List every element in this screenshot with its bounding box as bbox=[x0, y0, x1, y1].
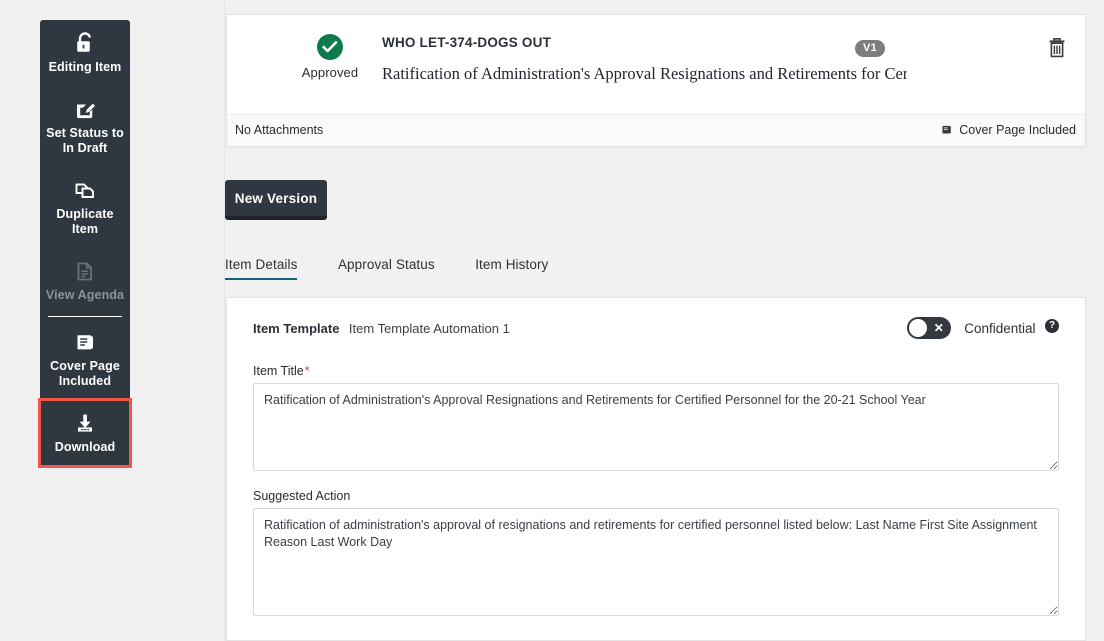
item-template-label: Item Template bbox=[253, 321, 339, 336]
confidential-label: Confidential bbox=[964, 321, 1035, 336]
item-title-input[interactable] bbox=[253, 383, 1059, 471]
item-header-text: WHO LET-374-DOGS OUT Ratification of Adm… bbox=[382, 35, 835, 84]
rail-item-label: Set Status to In Draft bbox=[44, 126, 126, 156]
item-details-panel: Item Template Item Template Automation 1… bbox=[226, 297, 1086, 641]
suggested-action-input[interactable] bbox=[253, 508, 1059, 616]
item-header-top: Approved WHO LET-374-DOGS OUT Ratificati… bbox=[227, 15, 1085, 115]
item-code: WHO LET-374-DOGS OUT bbox=[382, 35, 835, 50]
cover-page-included-indicator[interactable]: Cover Page Included bbox=[940, 123, 1076, 139]
tab-item-details[interactable]: Item Details bbox=[225, 257, 297, 280]
confidential-control: ✕ Confidential ? bbox=[907, 317, 1059, 339]
book-icon bbox=[44, 329, 126, 355]
rail-divider bbox=[48, 316, 122, 317]
suggested-action-label: Suggested Action bbox=[253, 489, 1059, 503]
check-circle-icon bbox=[317, 34, 343, 60]
attachments-bar: No Attachments Cover Page Included bbox=[226, 114, 1086, 147]
rail-item-label: Cover Page Included bbox=[44, 359, 126, 389]
rail-item-download[interactable]: Download bbox=[40, 400, 130, 466]
unlock-icon bbox=[44, 30, 126, 56]
download-icon bbox=[44, 410, 126, 436]
left-rail-column: Editing Item Set Status to In Draft bbox=[0, 0, 225, 641]
confidential-toggle[interactable]: ✕ bbox=[907, 317, 951, 339]
tab-approval-status[interactable]: Approval Status bbox=[338, 257, 435, 280]
main-content: Approved WHO LET-374-DOGS OUT Ratificati… bbox=[225, 0, 1104, 641]
toggle-off-mark: ✕ bbox=[934, 319, 944, 337]
suggested-action-field: Suggested Action bbox=[253, 489, 1059, 616]
attachments-status: No Attachments bbox=[235, 123, 323, 137]
rail-item-editing-item[interactable]: Editing Item bbox=[40, 20, 130, 86]
new-version-button[interactable]: New Version bbox=[225, 180, 327, 220]
document-lines-icon bbox=[44, 258, 126, 284]
action-rail: Editing Item Set Status to In Draft bbox=[40, 20, 130, 466]
item-header-card: Approved WHO LET-374-DOGS OUT Ratificati… bbox=[226, 14, 1086, 115]
rail-item-label: Editing Item bbox=[44, 60, 126, 75]
version-badge[interactable]: V1 bbox=[855, 40, 885, 57]
rail-item-duplicate-item[interactable]: Duplicate Item bbox=[40, 167, 130, 248]
edit-square-icon bbox=[44, 96, 126, 122]
status-label: Approved bbox=[275, 65, 385, 80]
duplicate-pages-icon bbox=[44, 177, 126, 203]
item-template-value: Item Template Automation 1 bbox=[349, 321, 510, 336]
rail-item-label: View Agenda bbox=[44, 288, 126, 303]
item-template-row: Item Template Item Template Automation 1… bbox=[253, 320, 1059, 346]
item-tabs: Item Details Approval Status Item Histor… bbox=[225, 256, 1085, 283]
status-badge: Approved bbox=[275, 34, 385, 80]
rail-item-label: Duplicate Item bbox=[44, 207, 126, 237]
trash-icon[interactable] bbox=[1047, 37, 1069, 59]
toggle-knob bbox=[909, 319, 927, 337]
rail-item-label: Download bbox=[44, 440, 126, 455]
page-title: Ratification of Administration's Approva… bbox=[382, 64, 907, 84]
required-marker: * bbox=[305, 364, 310, 378]
app-root: Editing Item Set Status to In Draft bbox=[0, 0, 1104, 641]
book-icon bbox=[940, 123, 953, 139]
tab-item-history[interactable]: Item History bbox=[475, 257, 548, 280]
cover-page-included-label: Cover Page Included bbox=[959, 123, 1076, 137]
item-title-label: Item Title* bbox=[253, 364, 1059, 378]
item-title-field: Item Title* bbox=[253, 364, 1059, 471]
rail-item-view-agenda: View Agenda bbox=[40, 248, 130, 314]
rail-item-set-status-to-in-draft[interactable]: Set Status to In Draft bbox=[40, 86, 130, 167]
question-mark-icon[interactable]: ? bbox=[1045, 319, 1059, 333]
rail-item-cover-page-included[interactable]: Cover Page Included bbox=[40, 319, 130, 400]
